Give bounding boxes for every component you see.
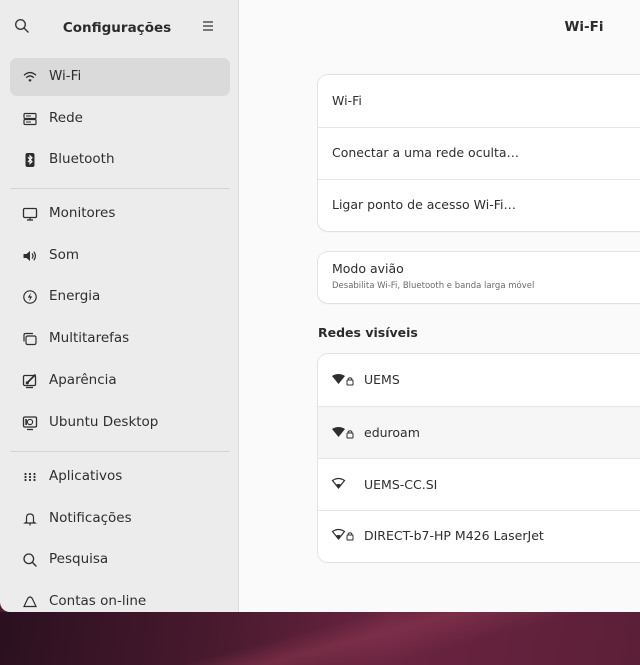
sidebar-item-label: Monitores — [49, 205, 116, 221]
airplane-mode-card: Modo avião Desabilita Wi-Fi, Bluetooth e… — [318, 252, 640, 303]
sidebar-item-som[interactable]: Som — [10, 237, 230, 275]
sidebar-item-label: Multitarefas — [49, 330, 130, 346]
sidebar-divider — [10, 451, 230, 452]
network-row-eduroam[interactable]: eduroam — [318, 407, 640, 458]
sidebar-item-label: Pesquisa — [49, 551, 109, 567]
desktop-wallpaper — [0, 612, 640, 665]
sidebar-item-multitarefas[interactable]: Multitarefas — [10, 320, 230, 358]
speaker-icon — [22, 248, 38, 264]
sidebar-item-notificacoes[interactable]: Notificações — [10, 500, 230, 538]
sidebar-item-monitores[interactable]: Monitores — [10, 195, 230, 233]
airplane-mode-description: Desabilita Wi-Fi, Bluetooth e banda larg… — [332, 281, 535, 291]
sidebar-item-label: Rede — [49, 110, 83, 126]
sidebar-item-energia[interactable]: Energia — [10, 278, 230, 316]
wifi-icon — [22, 69, 38, 85]
hotspot-label: Ligar ponto de acesso Wi-Fi… — [332, 197, 516, 212]
apps-grid-icon — [22, 469, 38, 485]
bell-icon — [22, 511, 38, 527]
sidebar-item-rede[interactable]: Rede — [10, 100, 230, 138]
ubuntu-desktop-icon — [22, 415, 38, 431]
network-icon — [22, 111, 38, 127]
sidebar-title: Configurações — [62, 20, 172, 36]
wifi-toggle-row[interactable]: Wi-Fi — [318, 75, 640, 127]
monitor-icon — [22, 206, 38, 222]
visible-networks-title: Redes visíveis — [318, 325, 418, 340]
sidebar-header: Configurações — [0, 0, 238, 52]
sidebar-item-aplicativos[interactable]: Aplicativos — [10, 458, 230, 496]
sidebar-item-label: Wi-Fi — [49, 68, 82, 84]
content-pane: Wi-Fi Wi-Fi Conectar a uma rede oculta… … — [239, 0, 640, 612]
wifi-signal-locked-icon — [331, 373, 355, 389]
multitasking-icon — [22, 331, 38, 347]
airplane-mode-row[interactable]: Modo avião Desabilita Wi-Fi, Bluetooth e… — [318, 252, 640, 303]
wifi-signal-weak-icon — [331, 477, 355, 493]
search-icon[interactable] — [14, 18, 32, 36]
sidebar-item-aparencia[interactable]: Aparência — [10, 362, 230, 400]
sidebar-divider — [10, 188, 230, 189]
sidebar-item-contas-online[interactable]: Contas on-line — [10, 583, 230, 612]
sidebar-item-label: Ubuntu Desktop — [49, 414, 159, 430]
hidden-network-row[interactable]: Conectar a uma rede oculta… — [318, 128, 640, 179]
sidebar-item-bluetooth[interactable]: Bluetooth — [10, 141, 230, 179]
visible-networks-list: UEMS eduroam UEMS-CC.SI DIRECT-b7-HP M42… — [318, 354, 640, 562]
network-name: DIRECT-b7-HP M426 LaserJet — [364, 528, 544, 543]
sidebar-item-label: Contas on-line — [49, 593, 147, 609]
sidebar-item-label: Aparência — [49, 372, 117, 388]
network-name: UEMS-CC.SI — [364, 477, 438, 492]
sidebar-item-pesquisa[interactable]: Pesquisa — [10, 541, 230, 579]
hotspot-row[interactable]: Ligar ponto de acesso Wi-Fi… — [318, 180, 640, 231]
cloud-icon — [22, 594, 38, 610]
wifi-signal-weak-locked-icon — [331, 528, 355, 544]
sidebar-item-wifi[interactable]: Wi-Fi — [10, 58, 230, 96]
network-row-direct-hp[interactable]: DIRECT-b7-HP M426 LaserJet — [318, 511, 640, 562]
sidebar-item-ubuntu-desktop[interactable]: Ubuntu Desktop — [10, 404, 230, 442]
hidden-network-label: Conectar a uma rede oculta… — [332, 145, 520, 160]
page-title: Wi-Fi — [564, 19, 604, 35]
network-row-uems-cc-si[interactable]: UEMS-CC.SI — [318, 459, 640, 510]
network-name: eduroam — [364, 425, 420, 440]
appearance-icon — [22, 373, 38, 389]
bluetooth-icon — [22, 152, 38, 168]
sidebar-item-label: Notificações — [49, 510, 132, 526]
settings-window: Configurações Wi-Fi Rede Bluetooth Monit… — [0, 0, 640, 612]
airplane-mode-label: Modo avião — [332, 261, 404, 276]
wifi-signal-locked-icon — [331, 426, 355, 442]
sidebar-item-label: Som — [49, 247, 79, 263]
network-name: UEMS — [364, 372, 400, 387]
power-icon — [22, 289, 38, 305]
hamburger-menu-icon[interactable] — [200, 18, 220, 36]
wifi-options-card: Wi-Fi Conectar a uma rede oculta… Ligar … — [318, 75, 640, 231]
wifi-toggle-label: Wi-Fi — [332, 93, 362, 108]
sidebar-item-label: Aplicativos — [49, 468, 123, 484]
search-icon — [22, 552, 38, 568]
sidebar-item-label: Bluetooth — [49, 151, 115, 167]
sidebar: Configurações Wi-Fi Rede Bluetooth Monit… — [0, 0, 239, 612]
network-row-uems[interactable]: UEMS — [318, 354, 640, 406]
sidebar-item-label: Energia — [49, 288, 101, 304]
